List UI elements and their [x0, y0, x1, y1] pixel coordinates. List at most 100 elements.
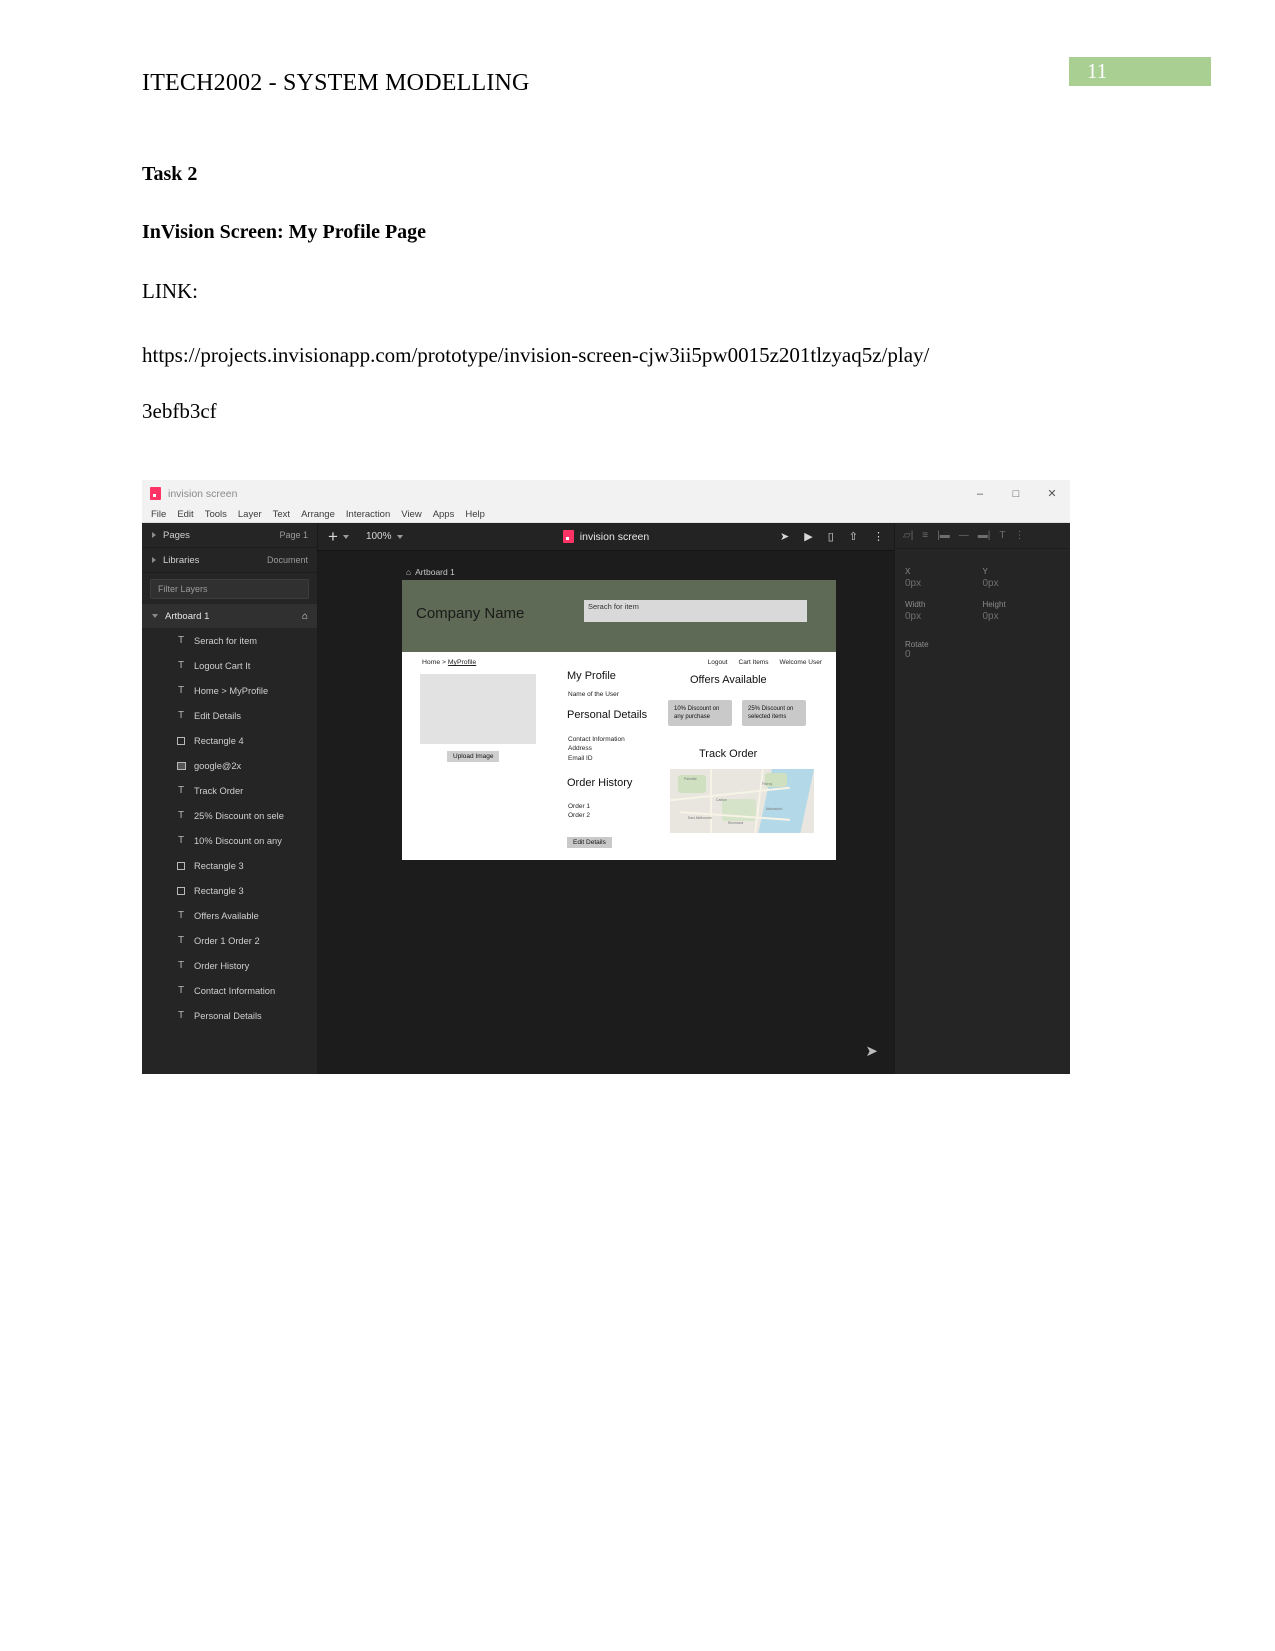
height-label: Height — [982, 600, 1006, 609]
menu-text[interactable]: Text — [273, 509, 290, 520]
screen-heading: InVision Screen: My Profile Page — [142, 221, 427, 243]
layer-item[interactable]: T 25% Discount on sele — [142, 803, 317, 828]
align-left-icon[interactable]: ▱| — [903, 530, 913, 541]
width-value[interactable]: 0px — [905, 611, 983, 622]
artboard-label-text: Artboard 1 — [415, 567, 455, 577]
layer-label: Rectangle 4 — [194, 735, 244, 746]
nav-logout[interactable]: Logout — [708, 659, 728, 666]
design-offer-chip-25-percent[interactable]: 25% Discount on selected items — [742, 700, 806, 727]
map-label: Richmond — [728, 821, 744, 825]
layer-item[interactable]: T Logout Cart It — [142, 653, 317, 678]
nav-cart-items[interactable]: Cart Items — [739, 659, 769, 666]
layer-group-artboard-1[interactable]: Artboard 1 ⌂ — [142, 604, 317, 628]
prototype-url-line1[interactable]: https://projects.invisionapp.com/prototy… — [142, 343, 1092, 367]
maximize-icon[interactable]: □ — [998, 480, 1034, 507]
menu-tools[interactable]: Tools — [205, 509, 227, 520]
layer-item[interactable]: google@2x — [142, 753, 317, 778]
design-edit-details-button[interactable]: Edit Details — [567, 837, 612, 848]
canvas-scroll[interactable]: ⌂ Artboard 1 Company Name Serach for ite… — [318, 551, 894, 1074]
distribute-icon[interactable]: — — [959, 530, 969, 541]
inspector-panel: ▱| ≡ |▬ — ▬| T ⋮ X Y 0px 0px Width Heigh… — [894, 523, 1070, 1074]
breadcrumb-current[interactable]: MyProfile — [448, 659, 476, 666]
chevron-right-icon[interactable] — [152, 557, 156, 563]
layer-item[interactable]: T Order History — [142, 953, 317, 978]
rotate-label: Rotate — [905, 640, 929, 649]
play-icon[interactable]: ▶ — [804, 530, 812, 543]
zoom-level-label[interactable]: 100% — [366, 531, 392, 542]
map-label: Carlton — [716, 798, 727, 802]
menu-arrange[interactable]: Arrange — [301, 509, 335, 520]
cursor-flow-icon[interactable]: ➤ — [780, 530, 789, 543]
more-options-icon[interactable]: ⋮ — [1014, 530, 1024, 541]
position-size-fields: X Y 0px 0px Width Height 0px 0px — [895, 549, 1070, 622]
layer-item[interactable]: Rectangle 4 — [142, 728, 317, 753]
add-layer-chevron-down-icon[interactable] — [342, 534, 349, 539]
device-preview-icon[interactable]: ▯ — [828, 530, 834, 543]
design-user-name: Name of the User — [568, 691, 619, 698]
layer-label: Serach for item — [194, 635, 258, 646]
zoom-chevron-down-icon[interactable] — [396, 534, 403, 539]
design-track-order-title: Track Order — [699, 748, 758, 760]
chevron-right-icon[interactable] — [152, 532, 156, 538]
upload-icon[interactable]: ⇧ — [849, 530, 858, 543]
layer-label: Track Order — [194, 785, 244, 796]
menu-help[interactable]: Help — [465, 509, 485, 520]
layer-item[interactable]: T Contact Information — [142, 978, 317, 1003]
layer-item[interactable]: Rectangle 3 — [142, 878, 317, 903]
menu-apps[interactable]: Apps — [433, 509, 455, 520]
layer-item[interactable]: T 10% Discount on any — [142, 828, 317, 853]
layer-item[interactable]: T Serach for item — [142, 628, 317, 653]
layer-item[interactable]: Rectangle 3 — [142, 853, 317, 878]
send-feedback-icon[interactable]: ➤ — [865, 1042, 878, 1060]
text-align-icon[interactable]: T — [999, 530, 1005, 541]
invision-logo-icon — [562, 530, 574, 543]
menu-edit[interactable]: Edit — [177, 509, 193, 520]
sidebar-pages-row[interactable]: Pages Page 1 — [142, 523, 317, 548]
layer-label: 10% Discount on any — [194, 835, 282, 846]
document-body: Task 2 InVision Screen: My Profile Page … — [142, 163, 1092, 455]
rectangle-layer-icon — [175, 886, 187, 895]
layer-item[interactable]: T Track Order — [142, 778, 317, 803]
layer-label: Order 1 Order 2 — [194, 935, 260, 946]
prototype-url-line2[interactable]: 3ebfb3cf — [142, 399, 1092, 423]
menu-view[interactable]: View — [401, 509, 421, 520]
layer-label: Contact Information — [194, 985, 276, 996]
design-offer-chip-10-percent[interactable]: 10% Discount on any purchase — [668, 700, 732, 727]
task-heading: Task 2 — [142, 163, 198, 185]
rotate-value[interactable]: 0 — [905, 649, 1060, 660]
layer-item[interactable]: T Personal Details — [142, 1003, 317, 1028]
design-breadcrumb: Home > MyProfile — [422, 659, 476, 666]
x-value[interactable]: 0px — [905, 578, 983, 589]
menu-layer[interactable]: Layer — [238, 509, 262, 520]
link-label: LINK: — [142, 279, 198, 303]
align-center-horizontal-icon[interactable]: ≡ — [922, 530, 928, 541]
artboard-canvas[interactable]: Company Name Serach for item Home > MyPr… — [402, 580, 836, 860]
overflow-menu-icon[interactable]: ⋮ — [873, 530, 884, 543]
filter-layers-input[interactable]: Filter Layers — [150, 579, 309, 599]
artboard-name-label[interactable]: ⌂ Artboard 1 — [406, 567, 455, 577]
design-search-input[interactable]: Serach for item — [584, 600, 807, 622]
design-track-order-map[interactable]: Parkville Carlton Fitzroy Abbotsford Ric… — [670, 769, 814, 833]
layer-item[interactable]: T Order 1 Order 2 — [142, 928, 317, 953]
layer-item[interactable]: T Home > MyProfile — [142, 678, 317, 703]
layer-item[interactable]: T Offers Available — [142, 903, 317, 928]
menu-interaction[interactable]: Interaction — [346, 509, 390, 520]
align-right-icon[interactable]: ▬| — [978, 530, 991, 541]
sidebar-libraries-row[interactable]: Libraries Document — [142, 548, 317, 573]
chevron-down-icon[interactable] — [152, 614, 158, 618]
breadcrumb-home[interactable]: Home > — [422, 659, 448, 666]
map-label: Parkville — [684, 777, 697, 781]
home-artboard-icon[interactable]: ⌂ — [302, 611, 308, 622]
minimize-icon[interactable]: – — [962, 480, 998, 507]
layer-item[interactable]: T Edit Details — [142, 703, 317, 728]
add-layer-icon[interactable]: + — [328, 528, 338, 545]
design-upload-image-button[interactable]: Upload Image — [447, 751, 500, 762]
height-value[interactable]: 0px — [983, 611, 1061, 622]
layers-list: T Serach for item T Logout Cart It T Home >… — [142, 628, 317, 1028]
close-icon[interactable]: ✕ — [1034, 480, 1070, 507]
menu-file[interactable]: File — [151, 509, 166, 520]
align-top-icon[interactable]: |▬ — [937, 530, 950, 541]
y-value[interactable]: 0px — [983, 578, 1061, 589]
text-layer-icon: T — [177, 910, 185, 921]
y-label: Y — [982, 567, 988, 576]
